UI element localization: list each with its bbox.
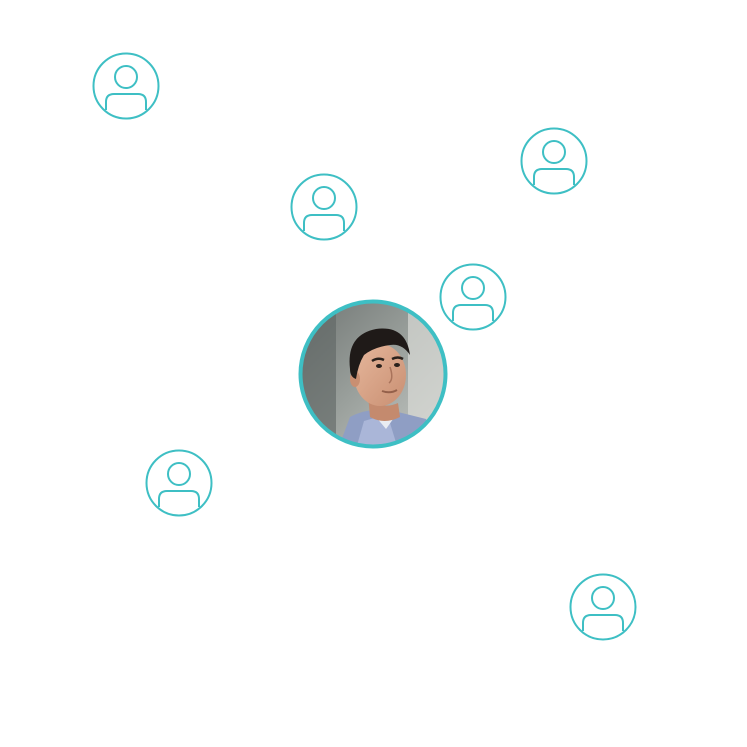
user-node-5[interactable] — [145, 449, 213, 517]
user-node-2[interactable] — [520, 127, 588, 195]
user-outline-icon — [290, 173, 358, 241]
user-outline-icon — [520, 127, 588, 195]
user-node-3[interactable] — [290, 173, 358, 241]
user-outline-icon — [145, 449, 213, 517]
user-outline-icon — [92, 52, 160, 120]
user-node-4[interactable] — [439, 263, 507, 331]
center-profile-avatar[interactable] — [298, 299, 448, 449]
profile-photo — [298, 299, 448, 449]
user-outline-icon — [569, 573, 637, 641]
network-canvas — [0, 0, 747, 747]
user-node-1[interactable] — [92, 52, 160, 120]
user-node-6[interactable] — [569, 573, 637, 641]
user-outline-icon — [439, 263, 507, 331]
